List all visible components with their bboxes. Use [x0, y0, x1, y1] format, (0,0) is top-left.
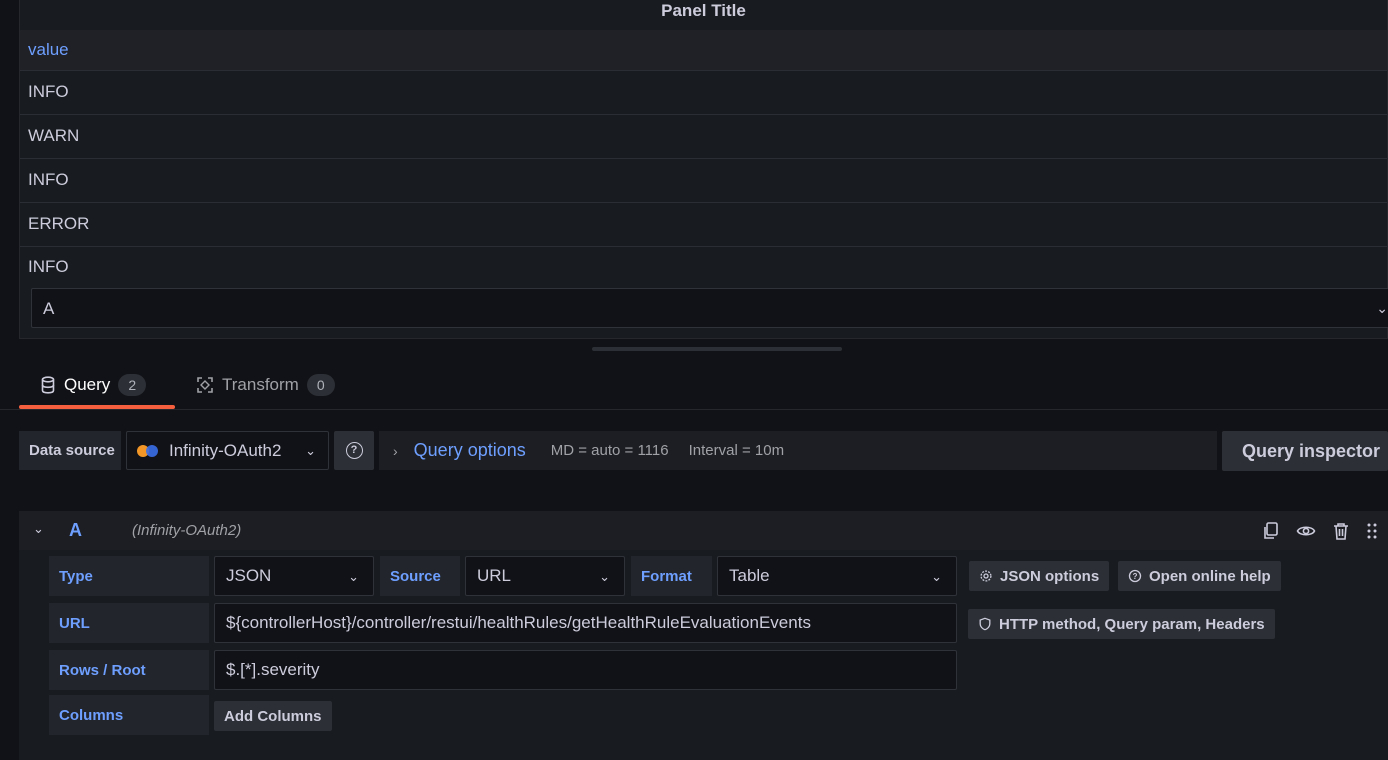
- question-circle-icon: ?: [1128, 569, 1142, 583]
- interval-value: Interval = 10m: [688, 442, 785, 459]
- column-header-value[interactable]: value: [28, 40, 69, 60]
- open-online-help-button[interactable]: ? Open online help: [1118, 561, 1281, 591]
- query-options-toggle[interactable]: › Query options MD = auto = 1116 Interva…: [379, 431, 1217, 470]
- http-options-label: HTTP method, Query param, Headers: [999, 615, 1265, 633]
- format-select[interactable]: Table ⌄: [717, 556, 957, 596]
- query-editor-screen: Panel Title value INFO WARN INFO ERROR I…: [0, 0, 1388, 760]
- chevron-down-icon: ⌄: [1376, 300, 1388, 316]
- table-row: INFO: [20, 159, 1387, 203]
- tab-transform-count: 0: [306, 374, 335, 396]
- shield-icon: [979, 617, 991, 631]
- tab-query-label: Query: [64, 375, 111, 394]
- chevron-down-icon: ⌄: [348, 569, 359, 584]
- rows-root-input-value: $.[*].severity: [226, 660, 320, 679]
- tab-transform-label: Transform: [222, 375, 299, 394]
- query-inspector-button[interactable]: Query inspector: [1222, 431, 1388, 471]
- table-header: value: [20, 30, 1387, 71]
- panel-preview: Panel Title value INFO WARN INFO ERROR I…: [19, 0, 1388, 339]
- database-icon: [41, 376, 55, 394]
- source-select[interactable]: URL ⌄: [465, 556, 625, 596]
- type-select[interactable]: JSON ⌄: [214, 556, 374, 596]
- query-datasource-name: (Infinity-OAuth2): [132, 522, 242, 539]
- source-label: Source: [380, 556, 460, 596]
- editor-tabs: Query 2 Transform 0: [0, 360, 1388, 410]
- chevron-down-icon: ⌄: [599, 569, 610, 584]
- table-row: INFO: [20, 71, 1387, 115]
- tab-transform[interactable]: Transform 0: [196, 360, 335, 410]
- url-input-value: ${controllerHost}/controller/restui/heal…: [226, 613, 811, 632]
- panel-title[interactable]: Panel Title: [20, 0, 1387, 30]
- frame-select[interactable]: A ⌄: [31, 288, 1388, 328]
- table-cell: INFO: [28, 82, 69, 101]
- duplicate-icon[interactable]: [1261, 521, 1281, 541]
- query-row-header: ⌄ A (Infinity-OAuth2): [19, 511, 1388, 550]
- rows-root-label: Rows / Root: [49, 650, 209, 690]
- json-options-label: JSON options: [1000, 567, 1100, 585]
- pane-resize-handle[interactable]: [592, 347, 842, 351]
- question-circle-icon: ?: [345, 442, 363, 459]
- datasource-selected: Infinity-OAuth2: [169, 440, 282, 460]
- table-cell: INFO: [28, 257, 69, 276]
- source-select-value: URL: [477, 566, 512, 585]
- type-select-value: JSON: [226, 566, 272, 585]
- max-data-points: MD = auto = 1116: [550, 442, 669, 459]
- chevron-right-icon: ›: [393, 442, 398, 459]
- format-select-value: Table: [729, 566, 770, 585]
- format-label: Format: [631, 556, 712, 596]
- columns-label: Columns: [49, 695, 209, 735]
- datasource-label: Data source: [19, 431, 121, 470]
- table-cell: INFO: [28, 170, 69, 189]
- table-row: ERROR: [20, 203, 1387, 247]
- collapse-chevron-icon[interactable]: ⌄: [33, 521, 44, 537]
- url-label: URL: [49, 603, 209, 643]
- datasource-help-button[interactable]: ?: [334, 431, 374, 470]
- infinity-logo-icon: [137, 444, 159, 458]
- table-cell: ERROR: [28, 214, 90, 233]
- datasource-picker[interactable]: Infinity-OAuth2 ⌄: [126, 431, 329, 470]
- table-row: INFO: [20, 246, 1387, 290]
- query-options-title: Query options: [413, 440, 526, 460]
- chevron-down-icon: ⌄: [931, 569, 942, 584]
- frame-select-value: A: [43, 299, 55, 318]
- tab-query-count: 2: [118, 374, 147, 396]
- type-label: Type: [49, 556, 209, 596]
- add-columns-label: Add Columns: [224, 707, 322, 725]
- json-options-button[interactable]: JSON options: [969, 561, 1110, 591]
- table-cell: WARN: [28, 126, 80, 145]
- gear-icon: [980, 570, 992, 582]
- query-ref-id[interactable]: A: [69, 520, 82, 541]
- drag-handle-icon[interactable]: [1362, 521, 1382, 541]
- add-columns-button[interactable]: Add Columns: [214, 701, 332, 731]
- chevron-down-icon: ⌄: [305, 443, 316, 458]
- transform-icon: [197, 377, 213, 393]
- eye-icon[interactable]: [1296, 521, 1316, 541]
- open-online-help-label: Open online help: [1149, 567, 1271, 585]
- active-tab-indicator: [19, 405, 175, 409]
- tab-query[interactable]: Query 2: [40, 360, 147, 410]
- svg-text:?: ?: [1133, 572, 1138, 581]
- url-input[interactable]: ${controllerHost}/controller/restui/heal…: [214, 603, 957, 643]
- trash-icon[interactable]: [1331, 521, 1351, 541]
- table-row: WARN: [20, 115, 1387, 159]
- rows-root-input[interactable]: $.[*].severity: [214, 650, 957, 690]
- http-options-button[interactable]: HTTP method, Query param, Headers: [968, 609, 1275, 639]
